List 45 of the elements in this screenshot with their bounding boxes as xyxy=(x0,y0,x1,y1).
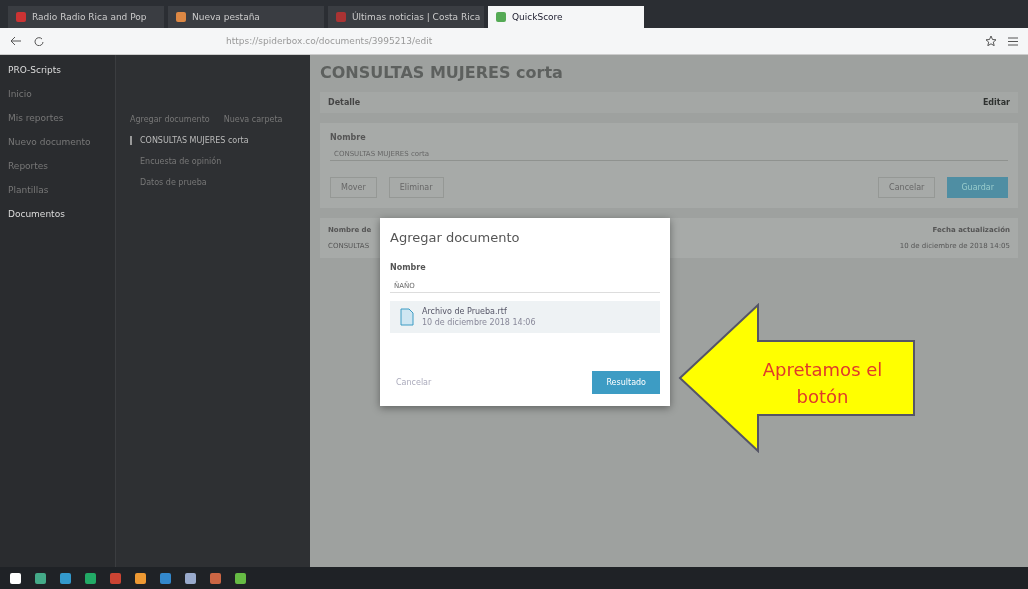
favicon-icon xyxy=(496,12,506,22)
document-item[interactable]: Encuesta de opinión xyxy=(130,157,300,166)
file-icon xyxy=(400,308,414,326)
page-title: CONSULTAS MUJERES corta xyxy=(320,63,564,82)
favicon-icon xyxy=(16,12,26,22)
field-label: Nombre xyxy=(330,133,367,142)
nav-item[interactable]: Plantillas xyxy=(8,185,107,195)
browser-tab[interactable]: QuickScore xyxy=(488,6,644,28)
action-button[interactable]: Mover xyxy=(330,177,377,198)
document-item[interactable]: CONSULTAS MUJERES corta xyxy=(130,136,300,145)
nav-item[interactable]: Inicio xyxy=(8,89,107,99)
tree-action[interactable]: Nueva carpeta xyxy=(223,115,283,124)
taskbar-app-icon[interactable] xyxy=(185,572,196,584)
file-date: 10 de diciembre 2018 14:06 xyxy=(422,318,536,327)
reload-icon[interactable] xyxy=(34,36,44,46)
dialog-title: Agregar documento xyxy=(390,230,521,245)
star-icon[interactable] xyxy=(986,36,996,46)
field-label: Nombre xyxy=(390,263,427,272)
document-item[interactable]: Datos de prueba xyxy=(130,178,300,187)
taskbar-app-icon[interactable] xyxy=(35,572,46,584)
favicon-icon xyxy=(336,12,346,22)
taskbar-app-icon[interactable] xyxy=(135,572,146,584)
nav-item[interactable]: Reportes xyxy=(8,161,107,171)
nav-item[interactable]: Nuevo documento xyxy=(8,137,107,147)
callout-text: Apretamos el botón xyxy=(761,358,884,409)
browser-tab[interactable]: Nueva pestaña xyxy=(168,6,324,28)
browser-tab[interactable]: Radio Radio Rica and Pop xyxy=(8,6,164,28)
taskbar-app-icon[interactable] xyxy=(235,572,246,584)
browser-tab[interactable]: Últimas noticias | Costa Rica xyxy=(328,6,484,28)
nav-item[interactable]: Documentos xyxy=(8,209,107,219)
action-button[interactable]: Eliminar xyxy=(388,177,444,198)
submit-button[interactable]: Resultado xyxy=(592,371,660,394)
save-button[interactable]: Guardar xyxy=(947,177,1008,198)
cancel-button[interactable]: Cancelar xyxy=(878,177,936,198)
page-tab[interactable]: Editar xyxy=(982,98,1010,107)
favicon-icon xyxy=(176,12,186,22)
taskbar-app-icon[interactable] xyxy=(10,572,21,584)
brand-name: PRO-Scripts xyxy=(8,65,63,75)
page-tab[interactable]: Detalle xyxy=(328,98,361,107)
back-icon[interactable] xyxy=(10,36,22,46)
cancel-button[interactable]: Cancelar xyxy=(390,377,438,388)
tree-action[interactable]: Agregar documento xyxy=(130,115,210,124)
nav-item[interactable]: Mis reportes xyxy=(8,113,107,123)
file-name: Archivo de Prueba.rtf xyxy=(422,307,508,316)
menu-icon[interactable] xyxy=(1008,36,1018,46)
